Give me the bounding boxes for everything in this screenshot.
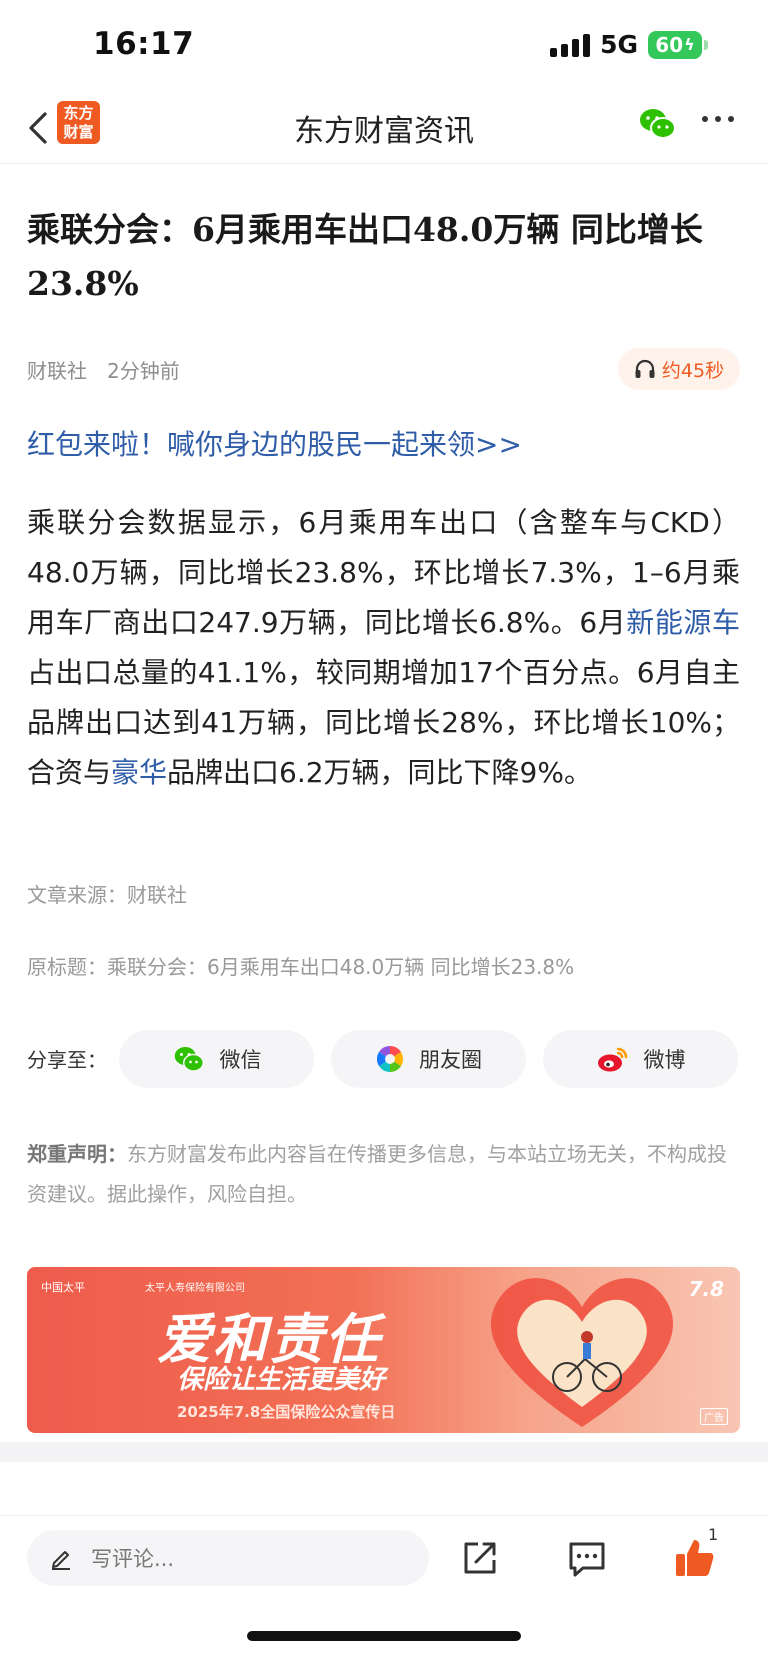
- disclaimer-title: 郑重声明：: [27, 1142, 127, 1166]
- share-weibo-label: 微博: [643, 1048, 686, 1072]
- share-label: 分享至：: [27, 1048, 107, 1072]
- ad-label: 广告: [700, 1408, 728, 1425]
- share-out-icon[interactable]: [458, 1536, 502, 1580]
- nav-bar: 东方 财富 东方财富资讯: [0, 90, 768, 164]
- battery-level: 60: [655, 32, 684, 57]
- heart-illustration: [490, 1278, 674, 1427]
- pencil-icon: [52, 1551, 70, 1570]
- share-wechat-label: 微信: [219, 1048, 262, 1072]
- section-divider: [0, 1442, 768, 1462]
- banner-78-logo: 7.8: [688, 1277, 724, 1301]
- battery-icon: 60 ϟ: [648, 30, 708, 59]
- share-moments-label: 朋友圈: [419, 1048, 482, 1072]
- more-options-button[interactable]: [702, 116, 734, 122]
- original-title: 原标题：乘联分会：6月乘用车出口48.0万辆 同比增长23.8%: [27, 955, 575, 979]
- share-wechat-button[interactable]: 微信: [119, 1030, 314, 1088]
- signal-icon: [550, 33, 591, 57]
- keyword-link-nev[interactable]: 新能源车: [626, 606, 740, 639]
- banner-brand-sub: 太平人寿保险有限公司: [145, 1283, 245, 1294]
- share-weibo-button[interactable]: 微博: [543, 1030, 738, 1088]
- wechat-share-icon[interactable]: [636, 102, 680, 146]
- weibo-icon: [597, 1047, 627, 1072]
- comment-placeholder: 写评论...: [91, 1547, 175, 1571]
- publish-time: 2分钟前: [107, 359, 180, 383]
- disclaimer: 郑重声明：东方财富发布此内容旨在传播更多信息，与本站立场无关，不构成投资建议。据…: [27, 1134, 727, 1214]
- network-type: 5G: [600, 30, 638, 59]
- audio-duration: 约45秒: [661, 359, 725, 382]
- banner-subheadline: 保险让生活更美好: [177, 1365, 386, 1395]
- disclaimer-text: 东方财富发布此内容旨在传播更多信息，与本站立场无关，不构成投资建议。据此操作，风…: [27, 1142, 727, 1206]
- article-body: 乘联分会数据显示，6月乘用车出口（含整车与CKD）48.0万辆，同比增长23.8…: [27, 498, 740, 798]
- share-moments-button[interactable]: 朋友圈: [331, 1030, 526, 1088]
- comment-input[interactable]: 写评论...: [27, 1530, 429, 1586]
- home-indicator: [247, 1631, 521, 1641]
- article-meta: 财联社 2分钟前: [27, 355, 180, 384]
- status-bar: 16:17 5G 60 ϟ: [0, 0, 768, 90]
- bottom-action-bar: 写评论... 1: [0, 1515, 768, 1600]
- comments-icon[interactable]: [565, 1536, 609, 1580]
- promo-link[interactable]: 红包来啦！喊你身边的股民一起来领>>: [27, 423, 522, 463]
- banner-brand: 中国太平: [41, 1281, 85, 1294]
- article-source: 文章来源：财联社: [27, 883, 187, 907]
- like-count: 1: [708, 1525, 719, 1544]
- status-time: 16:17: [93, 26, 195, 62]
- body-text-3: 品牌出口6.2万辆，同比下降9%。: [167, 756, 592, 789]
- keyword-link-luxury[interactable]: 豪华: [111, 756, 167, 789]
- headphones-icon: [635, 359, 655, 378]
- ad-banner[interactable]: 中国太平 太平人寿保险有限公司 爱和责任 保险让生活更美好 2025年7.8全国…: [27, 1267, 740, 1433]
- banner-date: 2025年7.8全国保险公众宣传日: [177, 1403, 396, 1421]
- wechat-icon: [174, 1047, 204, 1072]
- audio-play-button[interactable]: 约45秒: [618, 348, 740, 390]
- source-name[interactable]: 财联社: [27, 355, 87, 384]
- status-indicators: 5G 60 ϟ: [550, 30, 708, 59]
- article-headline: 乘联分会：6月乘用车出口48.0万辆 同比增长23.8%: [27, 210, 703, 303]
- moments-icon: [376, 1045, 404, 1073]
